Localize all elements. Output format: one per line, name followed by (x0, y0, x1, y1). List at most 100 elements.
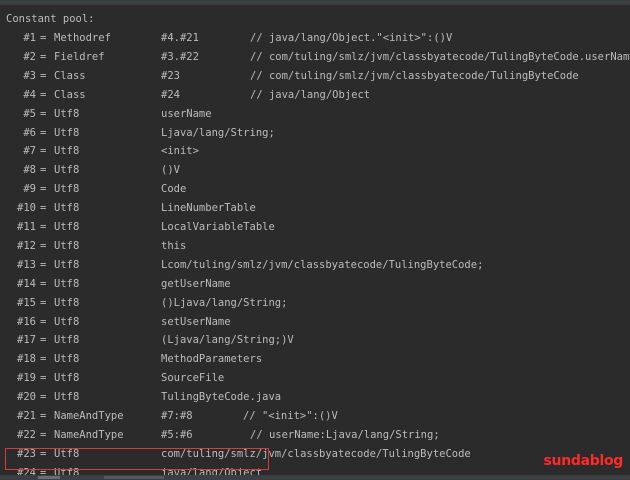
entry-value: #5:#6 (161, 428, 193, 441)
entry-index: #6 (23, 126, 36, 139)
entry-kind: Utf8 (54, 391, 80, 404)
entry-kind: Utf8 (54, 202, 80, 215)
entry-index: #9 (23, 183, 36, 196)
entry-comment: // com/tuling/smlz/jvm/classbyatecode/Tu… (250, 69, 579, 82)
entry-value: #4.#21 (161, 32, 199, 44)
equals-sign: = (40, 239, 47, 252)
entry-kind: Utf8 (54, 183, 80, 196)
entry-kind: Utf8 (54, 296, 80, 309)
equals-sign: = (40, 145, 47, 158)
entry-kind: NameAndType (54, 428, 124, 441)
entry-value: ()V (161, 164, 180, 177)
equals-sign: = (40, 107, 47, 120)
entry-index: #11 (17, 221, 36, 233)
entry-index: #17 (17, 334, 36, 347)
equals-sign: = (40, 69, 47, 82)
constant-pool-header: Constant pool: (6, 13, 95, 25)
entry-index: #18 (17, 353, 36, 366)
equals-sign: = (40, 164, 47, 177)
entry-index: #21 (17, 410, 36, 422)
entry-value: MethodParameters (161, 353, 263, 366)
entry-value: ()Ljava/lang/String; (161, 296, 288, 309)
entry-index: #20 (17, 391, 36, 404)
entry-value: getUserName (161, 277, 231, 290)
entry-value: Ljava/lang/String; (161, 126, 275, 139)
equals-sign: = (40, 126, 47, 139)
equals-sign: = (40, 353, 47, 366)
entry-index: #10 (17, 202, 36, 215)
entry-comment: // userName:Ljava/lang/String; (250, 428, 440, 441)
entry-kind: Utf8 (54, 107, 80, 120)
entry-index: #14 (17, 277, 36, 290)
entry-kind: Utf8 (54, 164, 80, 177)
entry-value: #24 (161, 88, 180, 101)
entry-kind: Utf8 (54, 239, 80, 252)
entry-kind: Utf8 (54, 372, 80, 385)
entry-value: LineNumberTable (161, 202, 256, 215)
entry-value: userName (161, 107, 212, 120)
entry-kind: Fieldref (54, 50, 105, 63)
entry-index: #4 (23, 88, 36, 101)
entry-kind: Utf8 (54, 145, 80, 158)
equals-sign: = (40, 410, 47, 422)
equals-sign: = (40, 221, 47, 233)
entry-kind: Class (54, 69, 86, 82)
entry-value: <init> (161, 145, 199, 158)
equals-sign: = (40, 183, 47, 196)
entry-value: Code (161, 183, 187, 196)
entry-index: #16 (17, 315, 36, 328)
entry-kind: NameAndType (54, 410, 124, 422)
equals-sign: = (40, 88, 47, 101)
equals-sign: = (40, 32, 47, 44)
entry-index: #22 (17, 428, 36, 441)
entry-kind: Utf8 (54, 353, 80, 366)
entry-index: #19 (17, 372, 36, 385)
bottom-tab-handle[interactable] (38, 476, 60, 479)
entry-index: #12 (17, 239, 36, 252)
entry-value: SourceFile (161, 372, 225, 385)
entry-kind: Utf8 (54, 315, 80, 328)
entry-kind: Utf8 (54, 258, 80, 271)
entry-kind: Utf8 (54, 126, 80, 139)
entry-value: LocalVariableTable (161, 221, 275, 233)
entry-value: TulingByteCode.java (161, 391, 282, 404)
entry-comment: // "<init>":()V (243, 410, 338, 422)
entry-value: this (161, 239, 187, 252)
bottom-toolbar-edge (0, 475, 630, 480)
entry-value: #3.#22 (161, 50, 199, 63)
entry-kind: Utf8 (54, 277, 80, 290)
console-output[interactable]: Constant pool: #1 = Methodref #4.#21 // java… (0, 5, 630, 475)
watermark-logo: sundablog (543, 453, 624, 469)
entry-value: #23 (161, 69, 180, 82)
entry-value: setUserName (161, 315, 231, 328)
entry-kind: Class (54, 88, 86, 101)
equals-sign: = (40, 372, 47, 385)
entry-kind: Utf8 (54, 221, 80, 233)
entry-index: #15 (17, 296, 36, 309)
entry-index: #3 (23, 69, 36, 82)
entry-comment: // java/lang/Object."<init>":()V (250, 32, 453, 44)
entry-index: #1 (23, 32, 36, 44)
equals-sign: = (40, 296, 47, 309)
equals-sign: = (40, 428, 47, 441)
entry-comment: // java/lang/Object (250, 88, 371, 101)
equals-sign: = (40, 277, 47, 290)
entry-index: #5 (23, 107, 36, 120)
entry-kind: Methodref (54, 32, 111, 44)
equals-sign: = (40, 315, 47, 328)
entry-comment: // com/tuling/smlz/jvm/classbyatecode/Tu… (250, 50, 630, 63)
bottom-tab-handle[interactable] (104, 476, 164, 479)
entry-value: Lcom/tuling/smlz/jvm/classbyatecode/Tuli… (161, 258, 484, 271)
entry-index: #7 (23, 145, 36, 158)
highlight-box (5, 448, 269, 470)
entry-index: #13 (17, 258, 36, 271)
equals-sign: = (40, 258, 47, 271)
equals-sign: = (40, 50, 47, 63)
entry-value: #7:#8 (161, 410, 193, 422)
entry-index: #8 (23, 164, 36, 177)
entry-kind: Utf8 (54, 334, 80, 347)
equals-sign: = (40, 202, 47, 215)
equals-sign: = (40, 391, 47, 404)
entry-value: (Ljava/lang/String;)V (161, 334, 294, 347)
equals-sign: = (40, 334, 47, 347)
